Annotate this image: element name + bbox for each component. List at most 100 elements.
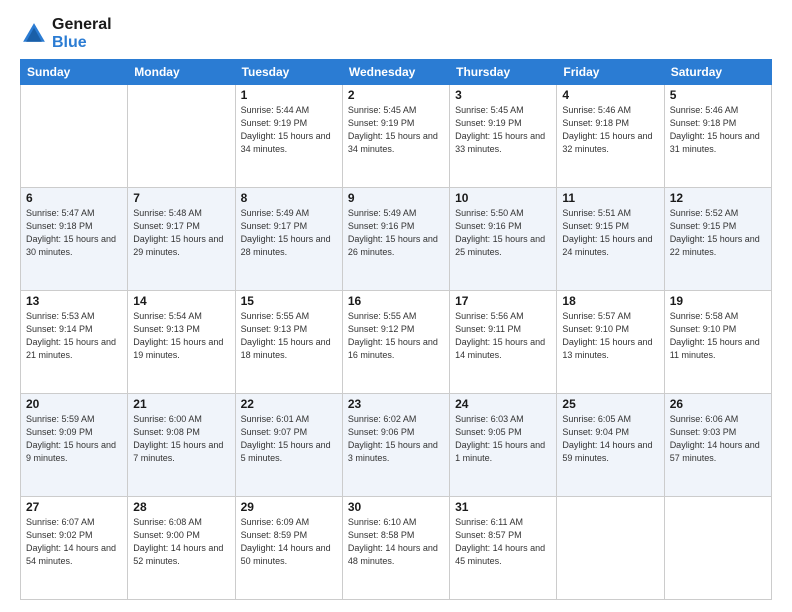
day-number: 28 [133, 500, 229, 514]
day-number: 12 [670, 191, 766, 205]
day-info: Sunrise: 6:03 AMSunset: 9:05 PMDaylight:… [455, 413, 551, 465]
day-number: 4 [562, 88, 658, 102]
calendar-cell: 5 Sunrise: 5:46 AMSunset: 9:18 PMDaylight… [664, 85, 771, 188]
day-info: Sunrise: 5:50 AMSunset: 9:16 PMDaylight:… [455, 207, 551, 259]
calendar-cell: 16Sunrise: 5:55 AMSunset: 9:12 PMDayligh… [342, 291, 449, 394]
calendar-cell: 31 Sunrise: 6:11 AMSunset: 8:57 PMDayligh… [450, 497, 557, 600]
calendar-cell: 14Sunrise: 5:54 AMSunset: 9:13 PMDayligh… [128, 291, 235, 394]
calendar-cell: 25Sunrise: 6:05 AMSunset: 9:04 PMDayligh… [557, 394, 664, 497]
day-info: Sunrise: 5:46 AMSunset: 9:18 PMDaylight:… [562, 104, 658, 156]
day-info: Sunrise: 6:11 AMSunset: 8:57 PMDaylight:… [455, 516, 551, 568]
day-info: Sunrise: 5:44 AMSunset: 9:19 PMDaylight:… [241, 104, 337, 156]
day-info: Sunrise: 5:49 AMSunset: 9:17 PMDaylight:… [241, 207, 337, 259]
calendar-cell: 9Sunrise: 5:49 AMSunset: 9:16 PMDaylight… [342, 188, 449, 291]
calendar-cell: 12 Sunrise: 5:52 AMSunset: 9:15 PMDayligh… [664, 188, 771, 291]
day-number: 16 [348, 294, 444, 308]
calendar-cell: 3 Sunrise: 5:45 AMSunset: 9:19 PMDaylight… [450, 85, 557, 188]
day-number: 20 [26, 397, 122, 411]
day-number: 25 [562, 397, 658, 411]
day-info: Sunrise: 6:01 AMSunset: 9:07 PMDaylight:… [241, 413, 337, 465]
day-info: Sunrise: 5:58 AMSunset: 9:10 PMDaylight:… [670, 310, 766, 362]
day-number: 24 [455, 397, 551, 411]
calendar-cell: 30 Sunrise: 6:10 AMSunset: 8:58 PMDayligh… [342, 497, 449, 600]
day-number: 22 [241, 397, 337, 411]
calendar-cell: 21Sunrise: 6:00 AMSunset: 9:08 PMDayligh… [128, 394, 235, 497]
calendar-page: General Blue SundayMondayTuesdayWednesda… [0, 0, 792, 612]
calendar-cell [21, 85, 128, 188]
weekday-header-monday: Monday [128, 60, 235, 85]
day-info: Sunrise: 5:52 AMSunset: 9:15 PMDaylight:… [670, 207, 766, 259]
calendar-cell: 6 Sunrise: 5:47 AMSunset: 9:18 PMDaylight… [21, 188, 128, 291]
day-number: 5 [670, 88, 766, 102]
calendar-cell: 2 Sunrise: 5:45 AMSunset: 9:19 PMDaylight… [342, 85, 449, 188]
calendar-cell: 23 Sunrise: 6:02 AMSunset: 9:06 PMDayligh… [342, 394, 449, 497]
week-row-4: 20Sunrise: 5:59 AMSunset: 9:09 PMDayligh… [21, 394, 772, 497]
day-number: 1 [241, 88, 337, 102]
calendar-cell: 15 Sunrise: 5:55 AMSunset: 9:13 PMDayligh… [235, 291, 342, 394]
calendar-cell: 7Sunrise: 5:48 AMSunset: 9:17 PMDaylight… [128, 188, 235, 291]
logo-icon [20, 20, 48, 48]
calendar-cell: 27Sunrise: 6:07 AMSunset: 9:02 PMDayligh… [21, 497, 128, 600]
calendar-cell: 19 Sunrise: 5:58 AMSunset: 9:10 PMDayligh… [664, 291, 771, 394]
day-number: 15 [241, 294, 337, 308]
day-number: 23 [348, 397, 444, 411]
day-info: Sunrise: 5:48 AMSunset: 9:17 PMDaylight:… [133, 207, 229, 259]
day-info: Sunrise: 5:55 AMSunset: 9:13 PMDaylight:… [241, 310, 337, 362]
day-number: 30 [348, 500, 444, 514]
calendar-cell: 24 Sunrise: 6:03 AMSunset: 9:05 PMDayligh… [450, 394, 557, 497]
day-number: 6 [26, 191, 122, 205]
day-info: Sunrise: 6:09 AMSunset: 8:59 PMDaylight:… [241, 516, 337, 568]
day-number: 9 [348, 191, 444, 205]
weekday-header-tuesday: Tuesday [235, 60, 342, 85]
calendar-cell: 26Sunrise: 6:06 AMSunset: 9:03 PMDayligh… [664, 394, 771, 497]
weekday-header-sunday: Sunday [21, 60, 128, 85]
day-info: Sunrise: 5:51 AMSunset: 9:15 PMDaylight:… [562, 207, 658, 259]
day-number: 10 [455, 191, 551, 205]
week-row-3: 13Sunrise: 5:53 AMSunset: 9:14 PMDayligh… [21, 291, 772, 394]
day-info: Sunrise: 6:00 AMSunset: 9:08 PMDaylight:… [133, 413, 229, 465]
day-number: 18 [562, 294, 658, 308]
calendar-table: SundayMondayTuesdayWednesdayThursdayFrid… [20, 59, 772, 600]
day-info: Sunrise: 6:08 AMSunset: 9:00 PMDaylight:… [133, 516, 229, 568]
week-row-1: 1 Sunrise: 5:44 AMSunset: 9:19 PMDaylight… [21, 85, 772, 188]
day-info: Sunrise: 6:07 AMSunset: 9:02 PMDaylight:… [26, 516, 122, 568]
day-number: 17 [455, 294, 551, 308]
day-info: Sunrise: 5:45 AMSunset: 9:19 PMDaylight:… [455, 104, 551, 156]
logo-text: General Blue [52, 16, 112, 51]
calendar-cell: 28 Sunrise: 6:08 AMSunset: 9:00 PMDayligh… [128, 497, 235, 600]
day-info: Sunrise: 5:54 AMSunset: 9:13 PMDaylight:… [133, 310, 229, 362]
logo: General Blue [20, 16, 112, 51]
calendar-cell [128, 85, 235, 188]
day-info: Sunrise: 5:47 AMSunset: 9:18 PMDaylight:… [26, 207, 122, 259]
day-info: Sunrise: 6:06 AMSunset: 9:03 PMDaylight:… [670, 413, 766, 465]
day-number: 8 [241, 191, 337, 205]
calendar-cell: 8 Sunrise: 5:49 AMSunset: 9:17 PMDaylight… [235, 188, 342, 291]
day-info: Sunrise: 5:46 AMSunset: 9:18 PMDaylight:… [670, 104, 766, 156]
calendar-cell: 11Sunrise: 5:51 AMSunset: 9:15 PMDayligh… [557, 188, 664, 291]
calendar-cell: 29 Sunrise: 6:09 AMSunset: 8:59 PMDayligh… [235, 497, 342, 600]
day-number: 29 [241, 500, 337, 514]
day-info: Sunrise: 5:53 AMSunset: 9:14 PMDaylight:… [26, 310, 122, 362]
day-number: 19 [670, 294, 766, 308]
day-info: Sunrise: 5:56 AMSunset: 9:11 PMDaylight:… [455, 310, 551, 362]
day-info: Sunrise: 5:57 AMSunset: 9:10 PMDaylight:… [562, 310, 658, 362]
calendar-cell: 4 Sunrise: 5:46 AMSunset: 9:18 PMDaylight… [557, 85, 664, 188]
day-info: Sunrise: 6:10 AMSunset: 8:58 PMDaylight:… [348, 516, 444, 568]
weekday-header-thursday: Thursday [450, 60, 557, 85]
calendar-cell: 18 Sunrise: 5:57 AMSunset: 9:10 PMDayligh… [557, 291, 664, 394]
weekday-header-wednesday: Wednesday [342, 60, 449, 85]
day-info: Sunrise: 5:45 AMSunset: 9:19 PMDaylight:… [348, 104, 444, 156]
calendar-cell: 22 Sunrise: 6:01 AMSunset: 9:07 PMDayligh… [235, 394, 342, 497]
calendar-cell: 1 Sunrise: 5:44 AMSunset: 9:19 PMDaylight… [235, 85, 342, 188]
calendar-cell: 20Sunrise: 5:59 AMSunset: 9:09 PMDayligh… [21, 394, 128, 497]
calendar-cell: 17 Sunrise: 5:56 AMSunset: 9:11 PMDayligh… [450, 291, 557, 394]
day-number: 3 [455, 88, 551, 102]
page-header: General Blue [20, 16, 772, 51]
calendar-cell [557, 497, 664, 600]
calendar-cell: 10 Sunrise: 5:50 AMSunset: 9:16 PMDayligh… [450, 188, 557, 291]
calendar-cell [664, 497, 771, 600]
day-number: 31 [455, 500, 551, 514]
day-number: 2 [348, 88, 444, 102]
day-info: Sunrise: 6:02 AMSunset: 9:06 PMDaylight:… [348, 413, 444, 465]
calendar-cell: 13Sunrise: 5:53 AMSunset: 9:14 PMDayligh… [21, 291, 128, 394]
